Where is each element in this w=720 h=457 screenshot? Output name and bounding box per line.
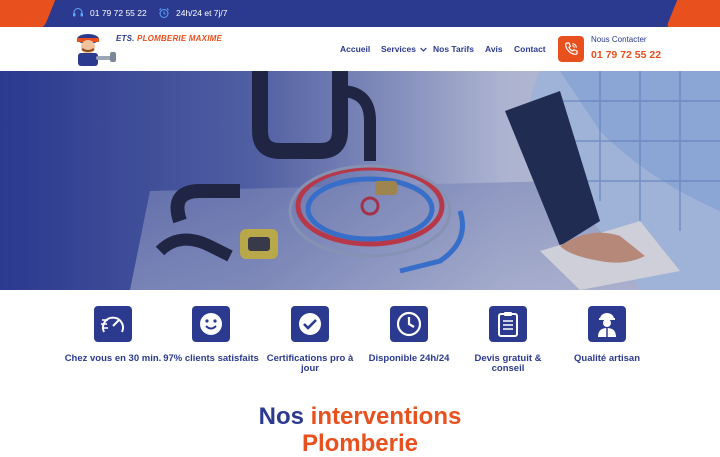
top-bar-accent-right	[665, 0, 720, 27]
smiley-icon	[192, 306, 230, 342]
topbar-phone-text: 01 79 72 55 22	[90, 8, 147, 18]
feature-label: Chez vous en 30 min.	[64, 353, 162, 364]
contact-phone-link[interactable]: 01 79 72 55 22	[591, 49, 661, 61]
speedometer-icon	[94, 306, 132, 342]
nav-item-label: Accueil	[340, 44, 371, 54]
feature-item-certifications: Certifications pro à jour	[260, 306, 360, 374]
contact-label: Nous Contacter	[591, 35, 647, 44]
clipboard-icon	[489, 306, 527, 342]
feature-label: Qualité artisan	[574, 353, 640, 364]
logo-text[interactable]: ETS. PLOMBERIE MAXIME	[116, 34, 222, 43]
nav-item-avis[interactable]: Avis	[485, 44, 503, 54]
topbar-hours: 24h/24 et 7j/7	[158, 7, 228, 19]
features-strip: Chez vous en 30 min. 97% clients satisfa…	[0, 290, 720, 400]
nav-item-services[interactable]: Services	[381, 44, 427, 54]
clock-icon	[390, 306, 428, 342]
section-title-part2: interventions	[310, 403, 462, 430]
feature-item-estimate: Devis gratuit & conseil	[458, 306, 558, 374]
nav-item-label: Services	[381, 44, 416, 54]
nav-item-contact[interactable]: Contact	[514, 44, 546, 54]
worker-icon	[588, 306, 626, 342]
nav-item-tarifs[interactable]: Nos Tarifs	[433, 44, 474, 54]
feature-label: 97% clients satisfaits	[163, 353, 259, 364]
plumbing-photo-illustration	[0, 71, 720, 290]
nav-item-label: Avis	[485, 44, 503, 54]
checkmark-icon	[291, 306, 329, 342]
feature-label: Disponible 24h/24	[368, 353, 450, 364]
nav-item-label: Nos Tarifs	[433, 44, 474, 54]
feature-item-satisfaction: 97% clients satisfaits	[161, 306, 261, 364]
logo-text-name: PLOMBERIE MAXIME	[137, 34, 223, 43]
plumber-mascot-icon	[77, 34, 116, 66]
section-title-part1: Nos	[258, 403, 304, 430]
section-title-line2: Plomberie	[301, 430, 419, 457]
phone-icon	[565, 42, 578, 55]
alarm-clock-icon	[159, 8, 169, 18]
hero-banner-image	[0, 71, 720, 290]
logo-text-prefix: ETS.	[116, 34, 135, 43]
chevron-down-icon	[420, 47, 427, 52]
feature-item-speed: Chez vous en 30 min.	[63, 306, 163, 364]
feature-item-quality: Qualité artisan	[557, 306, 657, 364]
section-title: Nos interventions Plomberie	[0, 403, 720, 457]
top-bar: 01 79 72 55 22 24h/24 et 7j/7	[0, 0, 720, 27]
top-bar-accent-left	[0, 0, 57, 27]
feature-label: Devis gratuit & conseil	[474, 353, 542, 374]
nav-item-label: Contact	[514, 44, 546, 54]
feature-label: Certifications pro à jour	[266, 353, 354, 374]
topbar-hours-text: 24h/24 et 7j/7	[176, 8, 228, 18]
contact-call-button[interactable]	[558, 36, 584, 62]
topbar-phone[interactable]: 01 79 72 55 22	[72, 7, 147, 19]
headset-icon	[73, 8, 83, 17]
nav-item-accueil[interactable]: Accueil	[340, 44, 370, 54]
feature-item-availability: Disponible 24h/24	[359, 306, 459, 364]
